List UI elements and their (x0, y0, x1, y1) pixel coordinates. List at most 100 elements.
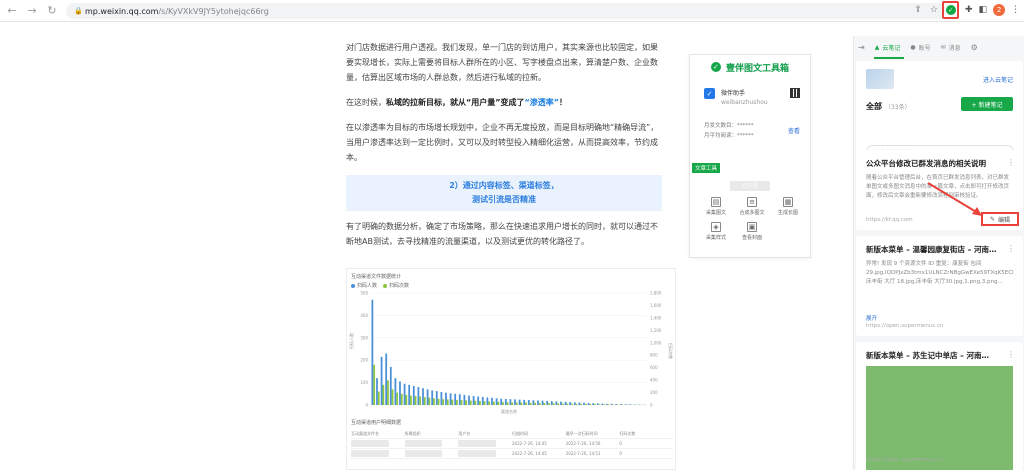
y-axis-label: 扫码人数 (348, 333, 354, 349)
tool-button[interactable]: ▤ 采集图文 (698, 197, 734, 216)
enter-cloud-notes-link[interactable]: 进入云笔记 (983, 75, 1013, 84)
forward-icon[interactable]: → (24, 3, 40, 19)
table-cell: 2022-7-26, 14:56 (565, 441, 601, 446)
bar (523, 399, 526, 405)
note-card[interactable]: 新版本菜单 – 苏生记中单店 – 河南… ⋮ https://open.supe… (856, 342, 1023, 470)
tool-grid: ▤ 采集图文 ≡ 合成多图文 ▦ 生成长图 ◈ 采集样式 ▣ 查看封面 (698, 197, 806, 241)
bar (583, 402, 585, 405)
cloud-notes-panel: ⇥ ▲云笔记 ●账号 ✉消息 ⚙ 进入云笔记 全部（33条） + 新建笔记 ⌕ … (853, 36, 1024, 470)
y-tick-label: 0 (365, 403, 368, 408)
note-menu-icon[interactable]: ⋮ (1007, 158, 1015, 167)
bar (373, 364, 376, 405)
tool-icon: ▦ (783, 197, 793, 207)
note-source-url[interactable]: https://open.supermenus.cn (866, 457, 943, 463)
y-tick-label-right: 1,000 (650, 340, 662, 345)
bar (555, 401, 558, 405)
lock-icon: 🔒 (74, 7, 83, 15)
account-info: ✓ 微伴助手 weibanzhushou (704, 88, 768, 106)
account-stats: 月发文数目：****** 月平均阅读：****** (704, 123, 754, 139)
tab-account[interactable]: ● 账号 (910, 43, 930, 52)
note-menu-icon[interactable]: ⋮ (1007, 350, 1015, 359)
tool-label: 查看封面 (741, 235, 762, 241)
bar (504, 398, 507, 405)
note-source-url[interactable]: https://open.supermenus.cn (866, 323, 943, 329)
tool-label: 生成长图 (777, 210, 798, 216)
bar (394, 378, 397, 405)
bar (479, 400, 481, 405)
data-table: 互动渠道文件名 所属组织 用户名 扫描时间 最早一次扫码时间 扫码次数 2022-7-26,… (351, 429, 673, 459)
table-header-cell: 最早一次扫码时间 (565, 430, 598, 436)
star-icon[interactable]: ☆ (930, 5, 938, 15)
sidebar-icon[interactable]: ◧ (979, 5, 988, 15)
bar (391, 389, 394, 405)
share-icon[interactable]: ⇪ (914, 5, 922, 15)
note-card[interactable]: 新版本菜单 – 温馨园康复街店 – 河南… 异常! 发现 9 个资源文件 ID … (856, 236, 1023, 336)
edit-icon: ✎ (989, 215, 995, 223)
expand-link[interactable]: 展开 (866, 314, 1013, 322)
bar (486, 397, 489, 405)
blurred-cell (404, 440, 443, 447)
yiban-logo-icon: ✓ (710, 62, 721, 72)
reload-icon[interactable]: ↻ (44, 3, 60, 19)
y-tick-label-right: 0 (650, 403, 653, 408)
article-paragraph: 在这时候，私域的拉新目标，就从“用户量”变成了“渗透率”！ (346, 98, 568, 107)
tool-button[interactable]: ▦ 生成长图 (770, 197, 806, 216)
table-cell: 0 (619, 441, 622, 446)
bar (449, 393, 452, 405)
bar (587, 402, 590, 405)
bar (474, 400, 477, 405)
note-card[interactable]: 公众平台修改已群发消息的相关说明 随着公众平台管理后台，在首页已群发消息列表，对… (856, 150, 1023, 230)
qr-code-icon[interactable] (790, 88, 800, 98)
puzzle-icon[interactable]: ✚ (965, 5, 973, 15)
view-stats-link[interactable]: 查看 (788, 126, 800, 135)
edit-button[interactable]: ✎ 编辑 (981, 212, 1019, 226)
bar (532, 400, 535, 405)
all-notes-label[interactable]: 全部 （33条） (866, 101, 911, 112)
bar (477, 396, 480, 405)
article-body: 对门店数据进行用户透视。我们发现，单一门店的到访用户，其实来源也比较固定，如果要… (346, 40, 662, 259)
tool-button[interactable]: ≡ 合成多图文 (734, 197, 770, 216)
note-menu-icon[interactable]: ⋮ (1007, 244, 1015, 253)
bar (412, 385, 415, 405)
gear-icon[interactable]: ⚙ (971, 43, 978, 52)
account-checkbox-icon[interactable]: ✓ (704, 88, 715, 99)
bar (451, 399, 454, 405)
note-source-url[interactable]: https://kf.qq.com (866, 217, 913, 223)
bar (527, 400, 530, 405)
bar (456, 399, 458, 405)
message-icon: ✉ (940, 43, 946, 51)
bar (483, 401, 486, 405)
bar (571, 403, 573, 405)
tool-label: 采集图文 (705, 210, 726, 216)
note-image (866, 366, 1013, 470)
table-row: 2022-7-26, 14:45 2022-7-26, 14:56 0 (351, 439, 673, 449)
bar (594, 404, 596, 405)
tab-messages[interactable]: ✉ 消息 (941, 43, 961, 52)
new-note-button[interactable]: + 新建笔记 (961, 97, 1013, 111)
bar (537, 400, 539, 405)
tool-button[interactable]: ◈ 采集样式 (698, 222, 734, 241)
bar (629, 404, 631, 405)
tab-cloud-notes[interactable]: ▲ 云笔记 (875, 43, 901, 52)
bar (389, 366, 392, 405)
more-icon[interactable]: ⋮ (1011, 5, 1020, 15)
bar (435, 391, 438, 405)
bar (573, 402, 576, 405)
bar (469, 400, 472, 405)
bar (446, 399, 449, 405)
bar (509, 399, 512, 405)
bar (433, 398, 435, 405)
y-tick-label: 400 (360, 313, 368, 318)
address-bar[interactable]: 🔒 mp.weixin.qq.com /s/KyVXkV9JY5ytohejqc… (66, 3, 946, 19)
collapse-icon[interactable]: ⇥ (858, 43, 865, 52)
bar (403, 383, 406, 405)
blurred-cell (458, 450, 496, 457)
profile-avatar[interactable]: 2 (993, 4, 1006, 16)
y-tick-label-right: 1,800 (650, 291, 662, 296)
article-paragraph: 有了明确的数据分析，确定了市场策略，那么在快速追求用户增长的同时，就可以通过不断… (346, 222, 658, 246)
tool-button[interactable]: ▣ 查看封面 (734, 222, 770, 241)
browser-toolbar: ← → ↻ 🔒 mp.weixin.qq.com /s/KyVXkV9JY5yt… (0, 0, 1024, 22)
yiban-extension-button[interactable]: ✓ (942, 1, 959, 19)
bar (431, 390, 434, 405)
back-icon[interactable]: ← (4, 3, 20, 19)
